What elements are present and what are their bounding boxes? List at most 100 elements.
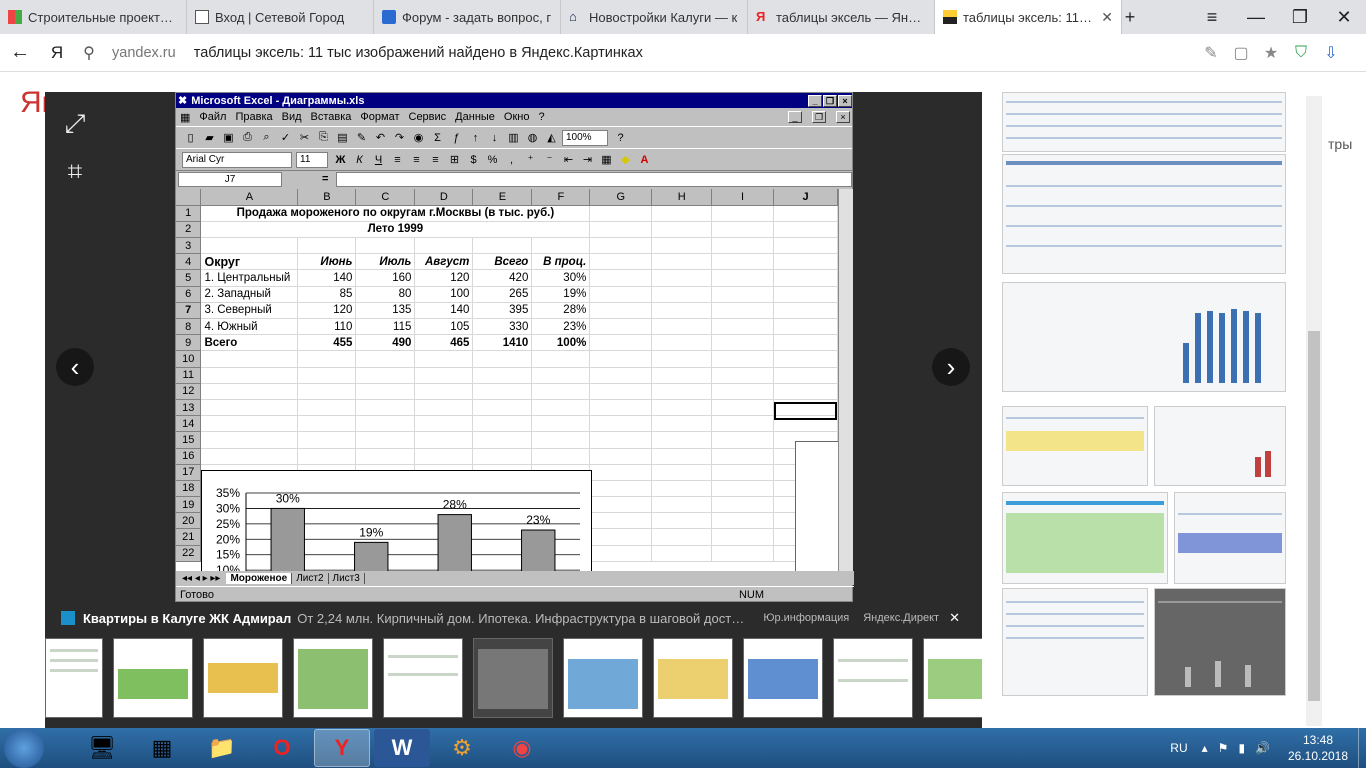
- empty-cell: [711, 512, 775, 530]
- network-icon[interactable]: ▮: [1238, 741, 1245, 755]
- prev-arrow-icon[interactable]: ‹: [56, 348, 94, 386]
- downloads-icon[interactable]: ⇩: [1316, 43, 1346, 63]
- browser-tab-4[interactable]: ⌂ Новостройки Калуги — к: [561, 0, 748, 34]
- url-field[interactable]: yandex.ru таблицы эксель: 11 тыс изображ…: [104, 45, 1196, 61]
- scroll-thumb[interactable]: [1308, 331, 1320, 701]
- clock[interactable]: 13:48 26.10.2018: [1278, 732, 1358, 764]
- bookmark-star-icon[interactable]: ★: [1256, 43, 1286, 63]
- next-arrow-icon[interactable]: ›: [932, 348, 970, 386]
- show-desktop-button[interactable]: [1358, 728, 1366, 768]
- ad-bar[interactable]: Квартиры в Калуге ЖК Адмирал От 2,24 млн…: [45, 604, 982, 632]
- empty-cell: [651, 415, 713, 433]
- total-cell: 100%: [531, 334, 591, 352]
- explorer-folder-icon[interactable]: 📁: [194, 729, 250, 767]
- tab-label: Новостройки Калуги — к: [589, 9, 738, 25]
- language-indicator[interactable]: RU: [1170, 741, 1187, 755]
- sort-desc-icon: ↓: [491, 131, 498, 144]
- new-tab-button[interactable]: +: [1108, 0, 1152, 34]
- empty-cell: [355, 350, 416, 368]
- empty-cell: [773, 237, 838, 255]
- close-window-icon[interactable]: ✕: [1322, 0, 1366, 34]
- strip-thumb[interactable]: [203, 638, 283, 718]
- status-bar: Готово NUM: [176, 586, 854, 602]
- empty-cell: [651, 464, 713, 481]
- fullscreen-icon[interactable]: ⤢: [55, 104, 95, 144]
- minimize-icon[interactable]: —: [1234, 0, 1278, 34]
- column-header: E: [472, 189, 533, 206]
- edit-icon[interactable]: ✎: [1196, 43, 1226, 63]
- start-button[interactable]: [4, 728, 44, 768]
- empty-cell: [531, 237, 591, 255]
- font-color-icon: A: [640, 153, 649, 166]
- ad-direct-link[interactable]: Яндекс.Директ: [863, 612, 939, 624]
- related-thumb[interactable]: [1002, 492, 1168, 584]
- settings-gear-icon[interactable]: ⚙: [434, 729, 490, 767]
- related-thumb[interactable]: [1002, 154, 1286, 274]
- total-cell: 455: [297, 334, 357, 352]
- opera-icon[interactable]: O: [254, 729, 310, 767]
- close-icon: ×: [838, 94, 852, 107]
- strip-thumb[interactable]: [383, 638, 463, 718]
- strip-thumb[interactable]: [743, 638, 823, 718]
- strip-thumb[interactable]: [293, 638, 373, 718]
- panel-scrollbar[interactable]: [1306, 96, 1322, 726]
- row-header: 1: [176, 205, 202, 222]
- tray-arrow-icon[interactable]: ▴: [1202, 741, 1208, 755]
- close-viewer-icon[interactable]: ✕: [1330, 85, 1358, 116]
- empty-cell: [711, 350, 775, 368]
- ad-title[interactable]: Квартиры в Калуге ЖК Адмирал: [83, 611, 291, 626]
- flag-icon[interactable]: ⚑: [1218, 741, 1229, 755]
- volume-icon[interactable]: 🔊: [1255, 741, 1270, 755]
- strip-thumb[interactable]: [653, 638, 733, 718]
- total-cell: 1410: [472, 334, 533, 352]
- related-thumb[interactable]: [1154, 588, 1286, 696]
- strip-thumb[interactable]: [113, 638, 193, 718]
- site-info-icon[interactable]: ⚲: [74, 43, 104, 63]
- ad-legal-link[interactable]: Юр.информация: [763, 612, 849, 624]
- related-thumb[interactable]: [1002, 588, 1148, 696]
- tabs-icon[interactable]: ▢: [1226, 43, 1256, 63]
- related-thumb[interactable]: [1002, 282, 1286, 392]
- sheet-title-cell: Продажа мороженого по округам г.Москвы (…: [200, 205, 591, 222]
- browser-tab-2[interactable]: Вход | Сетевой Город: [187, 0, 374, 34]
- word-icon[interactable]: W: [374, 729, 430, 767]
- yandex-logo-icon[interactable]: Я: [40, 43, 74, 63]
- web-icon: ◉: [413, 132, 424, 144]
- browser-tab-1[interactable]: Строительные проекты К: [0, 0, 187, 34]
- underline-icon: Ч: [374, 153, 383, 166]
- menu-icon[interactable]: ≡: [1190, 0, 1234, 34]
- browser-tab-5[interactable]: Я таблицы эксель — Яндек: [748, 0, 935, 34]
- sheet-row: 7 3. Северный 120 135 140 395 28%: [176, 302, 838, 320]
- back-arrow-icon[interactable]: ←: [0, 41, 40, 64]
- strip-thumb[interactable]: [45, 638, 103, 718]
- browser-tab-6-active[interactable]: таблицы эксель: 11 ты ✕: [935, 0, 1122, 34]
- pc-app-icon[interactable]: 🖥: [74, 729, 130, 767]
- yandex-browser-icon[interactable]: Y: [314, 729, 370, 767]
- related-thumb[interactable]: [1002, 406, 1148, 486]
- sheet-row: 4 Округ Июнь Июль Август Всего В проц.: [176, 253, 838, 271]
- row-header: 16: [176, 448, 202, 465]
- empty-cell: [200, 415, 299, 433]
- chrome-icon[interactable]: ◉: [494, 729, 550, 767]
- close-ad-icon[interactable]: ✕: [949, 610, 960, 626]
- strip-thumb[interactable]: [473, 638, 553, 718]
- calculator-icon[interactable]: ▦: [134, 729, 190, 767]
- name-box: J7: [178, 171, 282, 187]
- related-thumb[interactable]: [1154, 406, 1286, 486]
- strip-thumb[interactable]: [923, 638, 982, 718]
- ad-description: От 2,24 млн. Кирпичный дом. Ипотека. Инф…: [297, 610, 750, 626]
- merge-icon: ⊞: [449, 154, 460, 166]
- protect-shield-icon[interactable]: ⛉: [1286, 44, 1316, 62]
- empty-cell: [200, 350, 299, 368]
- restore-icon: ❐: [823, 94, 837, 107]
- strip-thumb[interactable]: [563, 638, 643, 718]
- empty-cell: [472, 448, 533, 465]
- menu-data: Данные: [455, 111, 495, 123]
- related-thumb[interactable]: [1002, 92, 1286, 152]
- empty-cell: [200, 399, 299, 417]
- crop-icon[interactable]: ⌗: [55, 152, 95, 192]
- strip-thumb[interactable]: [833, 638, 913, 718]
- related-thumb[interactable]: [1174, 492, 1286, 584]
- restore-icon[interactable]: ❐: [1278, 0, 1322, 34]
- browser-tab-3[interactable]: Форум - задать вопрос, г: [374, 0, 561, 34]
